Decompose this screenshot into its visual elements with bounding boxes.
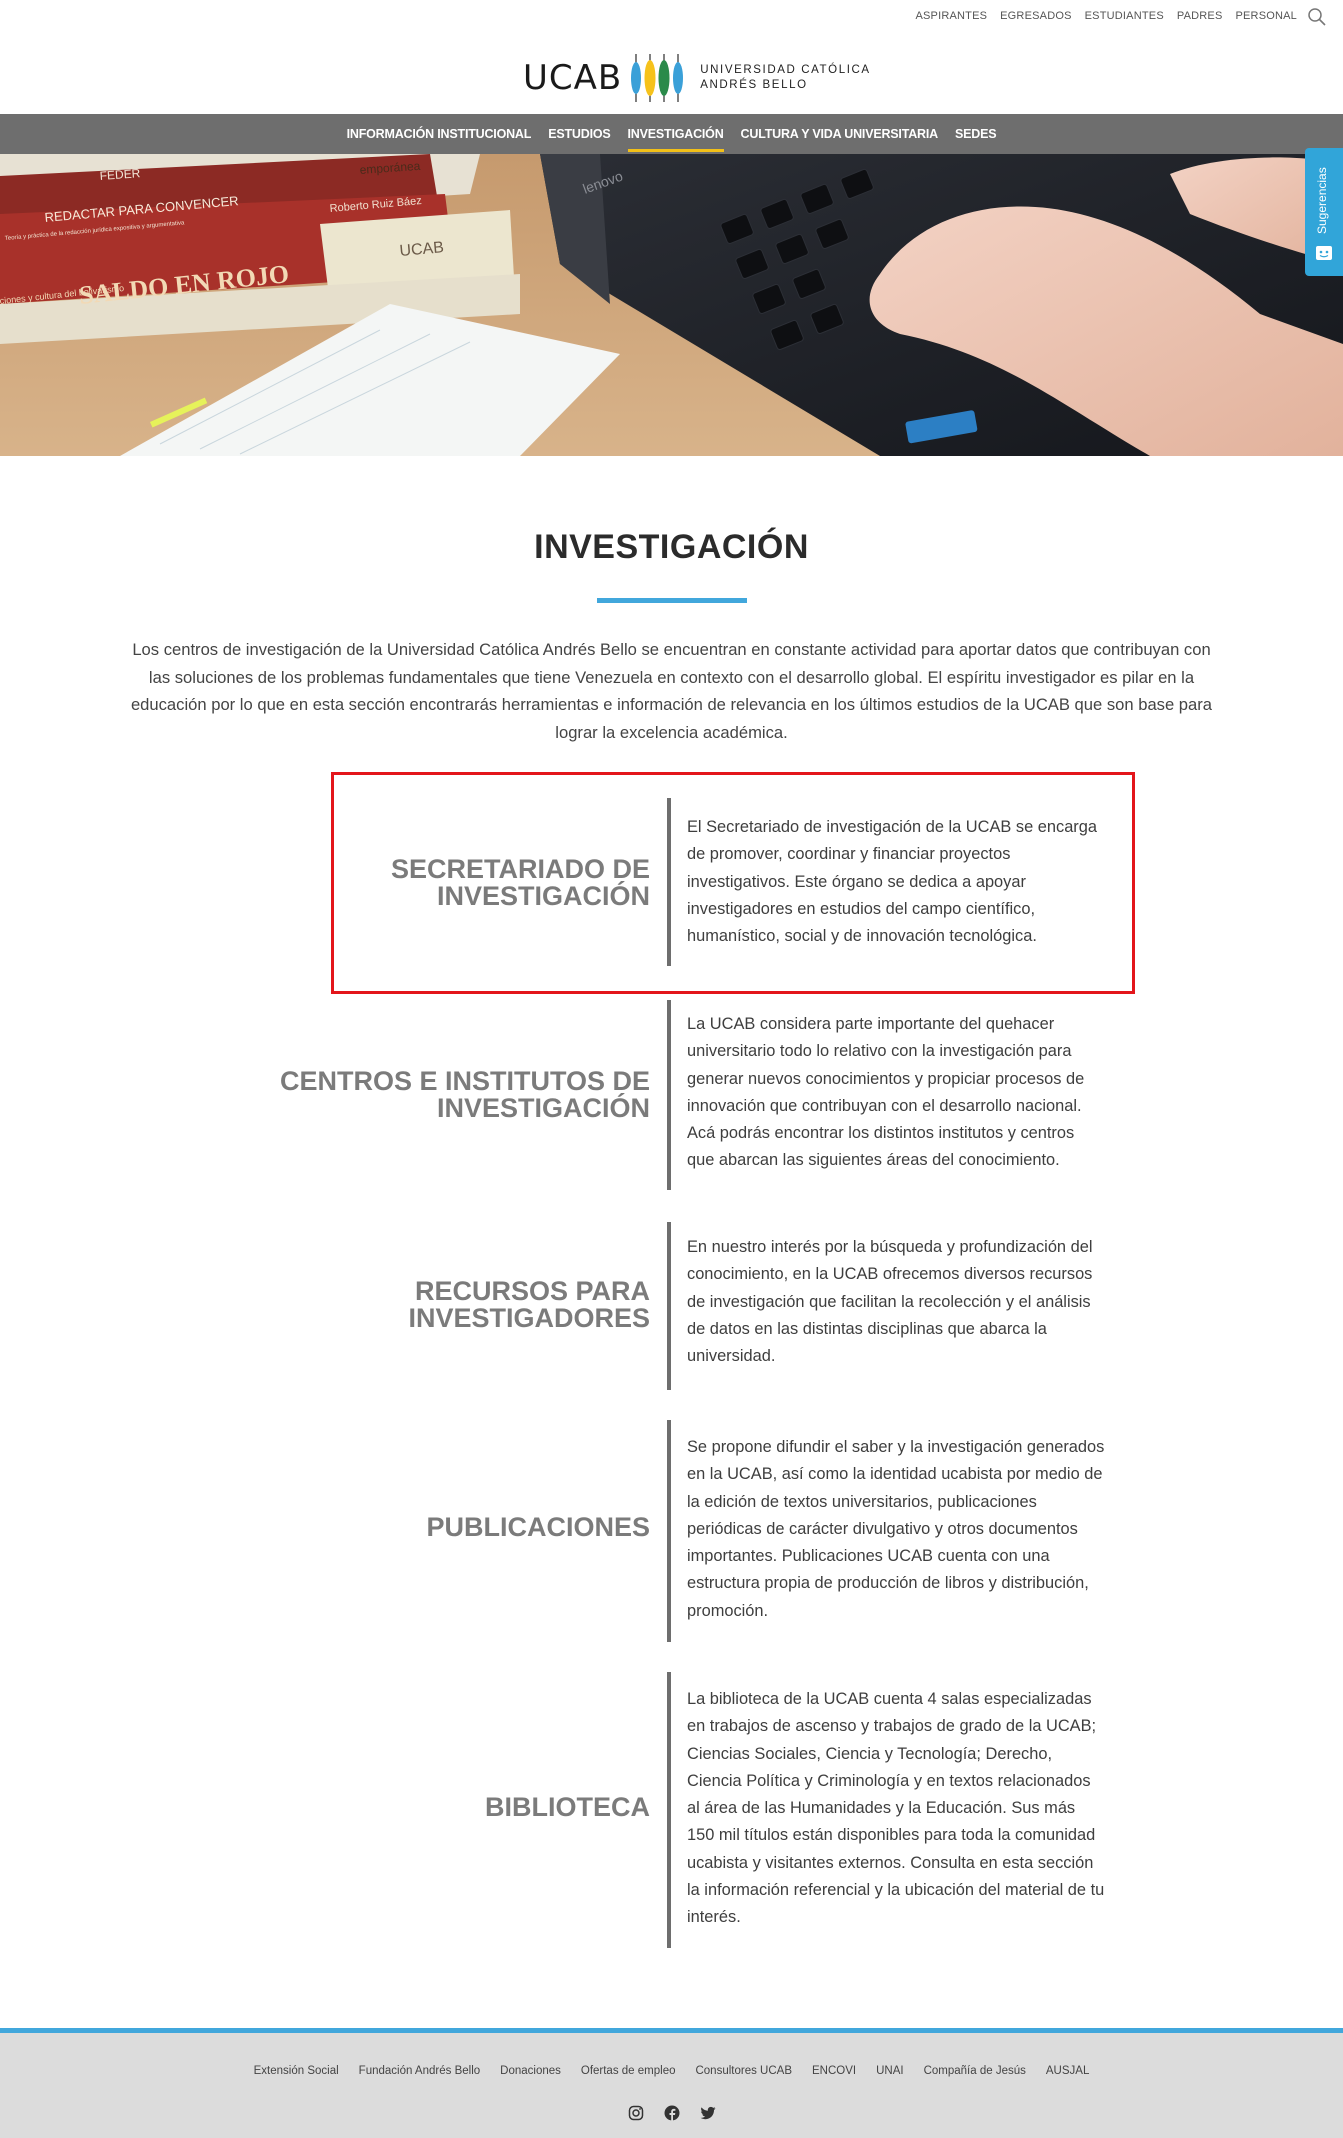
link-padres[interactable]: PADRES	[1177, 10, 1223, 22]
section-divider	[667, 1222, 671, 1390]
facebook-icon[interactable]	[664, 2105, 680, 2121]
page-intro: Los centros de investigación de la Unive…	[130, 640, 1213, 742]
section-title-line: INVESTIGACIÓN	[436, 1093, 650, 1123]
audience-links: ASPIRANTES EGRESADOS ESTUDIANTES PADRES …	[915, 10, 1297, 22]
section-description: La UCAB considera parte importante del q…	[687, 1015, 1085, 1170]
footer-link-extension-social[interactable]: Extensión Social	[254, 2065, 339, 2077]
section-title[interactable]: RECURSOS PARA INVESTIGADORES	[230, 1278, 650, 1332]
section-title-line: PUBLICACIONES	[426, 1512, 650, 1542]
instagram-icon[interactable]	[628, 2105, 644, 2121]
utility-bar: ASPIRANTES EGRESADOS ESTUDIANTES PADRES …	[0, 0, 1343, 36]
link-estudiantes[interactable]: ESTUDIANTES	[1085, 10, 1164, 22]
hero-image: FEDER emporánea REDACTAR PARA CONVENCER …	[0, 154, 1343, 456]
logo-line-1: UNIVERSIDAD CATÓLICA	[700, 64, 871, 76]
nav-estudios[interactable]: ESTUDIOS	[548, 114, 611, 154]
footer-link-unai[interactable]: UNAI	[876, 2065, 903, 2077]
title-underline	[597, 598, 747, 603]
logo-wordmark: UCAB	[523, 58, 623, 98]
footer: Extensión Social Fundación Andrés Bello …	[0, 2028, 1343, 2138]
nav-sedes[interactable]: SEDES	[955, 114, 997, 154]
link-egresados[interactable]: EGRESADOS	[1000, 10, 1072, 22]
footer-link-ofertas-empleo[interactable]: Ofertas de empleo	[581, 2065, 676, 2077]
section-description: La biblioteca de la UCAB cuenta 4 salas …	[687, 1690, 1105, 1927]
logo-subtitle: UNIVERSIDAD CATÓLICA ANDRÉS BELLO	[700, 63, 870, 93]
section-title-line: RECURSOS PARA	[414, 1276, 650, 1306]
footer-link-donaciones[interactable]: Donaciones	[500, 2065, 561, 2077]
footer-link-compania-jesus[interactable]: Compañía de Jesús	[924, 2065, 1026, 2077]
section-description: Se propone difundir el saber y la invest…	[687, 1438, 1105, 1620]
section-title-line: BIBLIOTECA	[485, 1792, 650, 1822]
section-title-line: CENTROS E INSTITUTOS DE	[279, 1066, 650, 1096]
highlight-box	[331, 772, 1135, 994]
footer-link-ausjal[interactable]: AUSJAL	[1046, 2065, 1089, 2077]
main-nav: INFORMACIÓN INSTITUCIONAL ESTUDIOS INVES…	[0, 114, 1343, 154]
logo-emblem-icon	[631, 54, 684, 102]
link-aspirantes[interactable]: ASPIRANTES	[915, 10, 987, 22]
hero-book-text-1: FEDER	[99, 166, 141, 183]
sugerencias-label: Sugerencias	[1315, 167, 1329, 234]
nav-informacion-institucional[interactable]: INFORMACIÓN INSTITUCIONAL	[347, 114, 532, 154]
section-divider	[667, 1000, 671, 1190]
link-personal[interactable]: PERSONAL	[1235, 10, 1297, 22]
section-title[interactable]: BIBLIOTECA	[230, 1794, 650, 1821]
nav-cultura-vida-universitaria[interactable]: CULTURA Y VIDA UNIVERSITARIA	[741, 114, 939, 154]
hero-banner: FEDER emporánea REDACTAR PARA CONVENCER …	[0, 154, 1343, 456]
page-title: INVESTIGACIÓN	[534, 528, 809, 566]
footer-link-consultores-ucab[interactable]: Consultores UCAB	[695, 2065, 792, 2077]
feedback-icon	[1316, 246, 1332, 260]
section-divider	[667, 1420, 671, 1642]
section-title[interactable]: CENTROS E INSTITUTOS DE INVESTIGACIÓN	[230, 1068, 650, 1122]
section-title[interactable]: PUBLICACIONES	[230, 1514, 650, 1541]
logo-line-2: ANDRÉS BELLO	[700, 79, 808, 91]
sugerencias-tab[interactable]: Sugerencias	[1305, 148, 1343, 276]
ucab-logo[interactable]: UCAB UNIVERSIDAD CATÓLICA ANDRÉS BELLO	[523, 52, 871, 104]
social-icons	[0, 2105, 1343, 2121]
nav-investigacion[interactable]: INVESTIGACIÓN	[627, 114, 724, 154]
footer-links: Extensión Social Fundación Andrés Bello …	[0, 2065, 1343, 2077]
search-icon[interactable]	[1307, 7, 1327, 27]
footer-link-fundacion-andres-bello[interactable]: Fundación Andrés Bello	[359, 2065, 480, 2077]
twitter-icon[interactable]	[700, 2105, 716, 2121]
section-divider	[667, 1672, 671, 1948]
section-title-line: INVESTIGADORES	[408, 1303, 650, 1333]
footer-link-encovi[interactable]: ENCOVI	[812, 2065, 856, 2077]
section-description: En nuestro interés por la búsqueda y pro…	[687, 1238, 1093, 1366]
